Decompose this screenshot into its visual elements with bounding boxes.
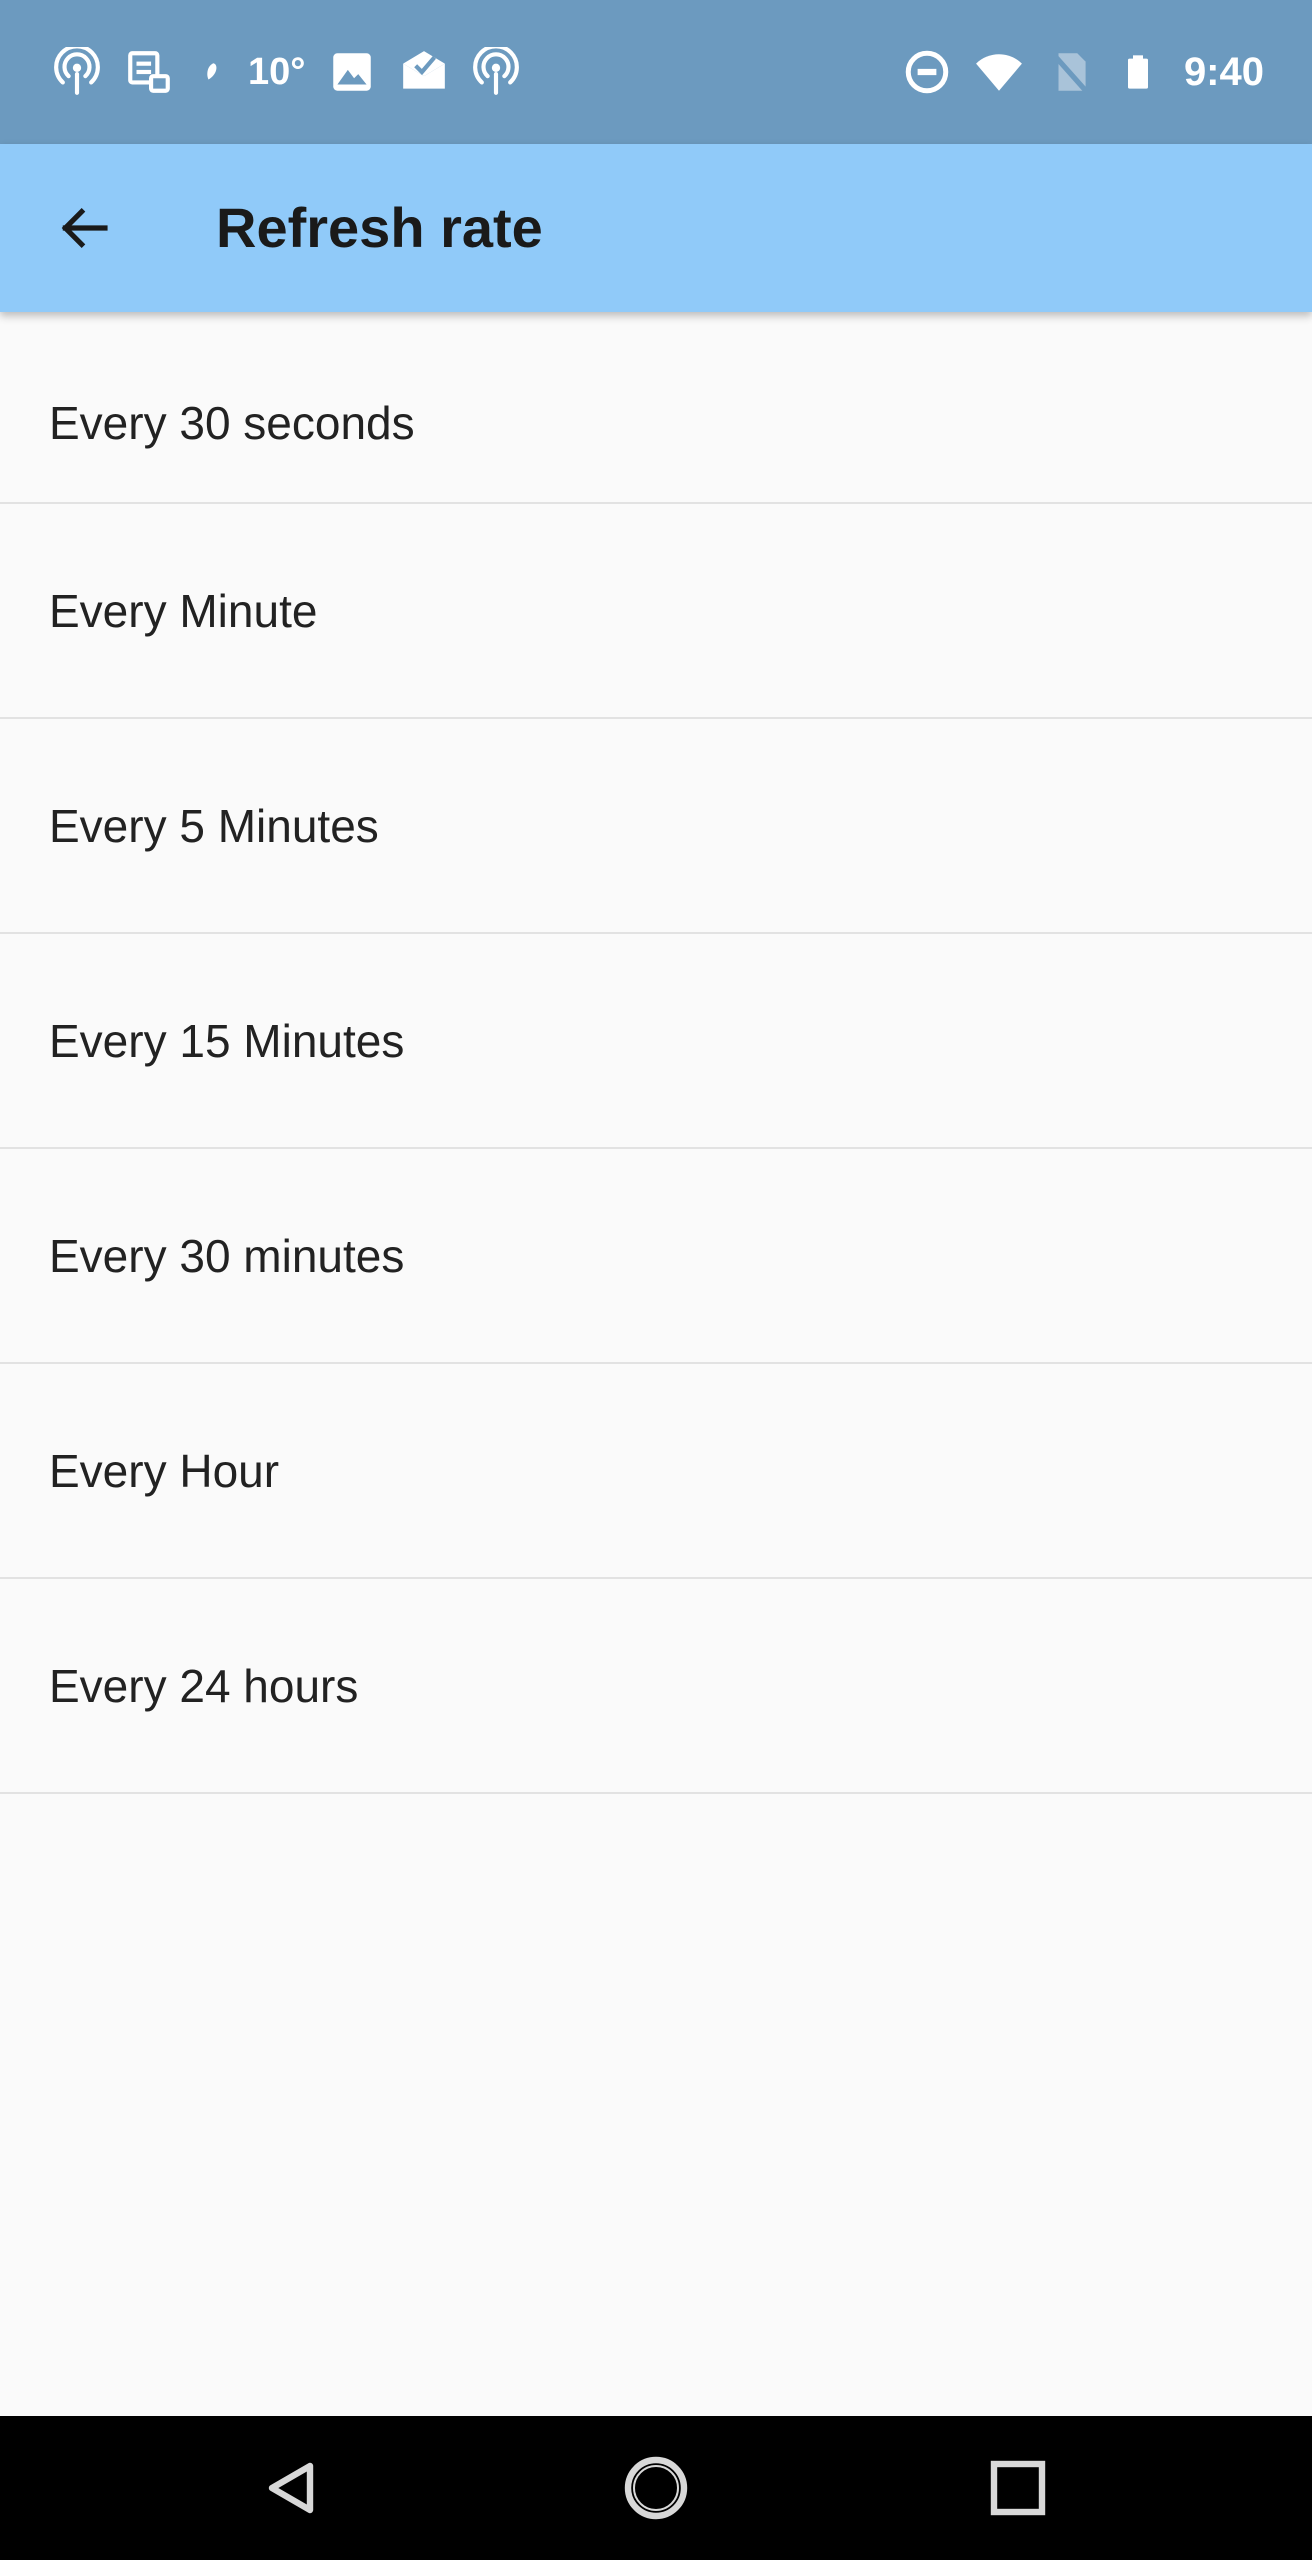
page-title: Refresh rate bbox=[216, 196, 543, 259]
nav-home-button[interactable] bbox=[616, 2448, 696, 2528]
home-circle-icon bbox=[624, 2456, 688, 2520]
status-time: 9:40 bbox=[1183, 49, 1264, 94]
battery-icon bbox=[1118, 47, 1158, 97]
list-item-label: Every Hour bbox=[49, 1444, 280, 1497]
list-item-label: Every 30 minutes bbox=[49, 1229, 405, 1282]
nav-back-button[interactable] bbox=[250, 2448, 330, 2528]
podcast-icon bbox=[52, 47, 102, 97]
recents-square-icon bbox=[990, 2460, 1046, 2516]
podcast-icon bbox=[471, 47, 521, 97]
tasks-icon bbox=[124, 47, 174, 97]
list-item-label: Every Minute bbox=[49, 584, 318, 637]
status-right-icons: 9:40 bbox=[902, 0, 1264, 144]
leaf-icon bbox=[196, 47, 226, 97]
list-item-every-30-minutes[interactable]: Every 30 minutes bbox=[0, 1149, 1312, 1364]
list-item-every-30-seconds[interactable]: Every 30 seconds bbox=[0, 312, 1312, 504]
back-triangle-icon bbox=[268, 2462, 314, 2514]
list-item-every-hour[interactable]: Every Hour bbox=[0, 1364, 1312, 1579]
wifi-icon bbox=[974, 47, 1024, 97]
navigation-bar bbox=[0, 2416, 1312, 2560]
arrow-back-icon bbox=[61, 208, 108, 248]
app-bar: Refresh rate bbox=[0, 144, 1312, 312]
do-not-disturb-icon bbox=[902, 47, 952, 97]
list-item-every-24-hours[interactable]: Every 24 hours bbox=[0, 1579, 1312, 1794]
temperature-value: 10° bbox=[248, 50, 306, 93]
status-left-icons: 10° bbox=[52, 0, 521, 144]
list-item-every-5-minutes[interactable]: Every 5 Minutes bbox=[0, 719, 1312, 934]
list-item-every-minute[interactable]: Every Minute bbox=[0, 504, 1312, 719]
list-item-label: Every 24 hours bbox=[49, 1659, 359, 1712]
mail-check-icon bbox=[399, 47, 449, 97]
image-icon bbox=[327, 47, 377, 97]
back-button[interactable] bbox=[36, 180, 132, 276]
no-sim-icon bbox=[1046, 47, 1096, 97]
list-item-every-15-minutes[interactable]: Every 15 Minutes bbox=[0, 934, 1312, 1149]
list-item-label: Every 15 Minutes bbox=[49, 1014, 405, 1067]
status-bar: 10° 9:40 bbox=[0, 0, 1312, 144]
nav-recents-button[interactable] bbox=[978, 2448, 1058, 2528]
list-item-label: Every 5 Minutes bbox=[49, 799, 379, 852]
list-item-label: Every 30 seconds bbox=[49, 397, 415, 449]
refresh-rate-list: Every 30 seconds Every Minute Every 5 Mi… bbox=[0, 312, 1312, 1794]
